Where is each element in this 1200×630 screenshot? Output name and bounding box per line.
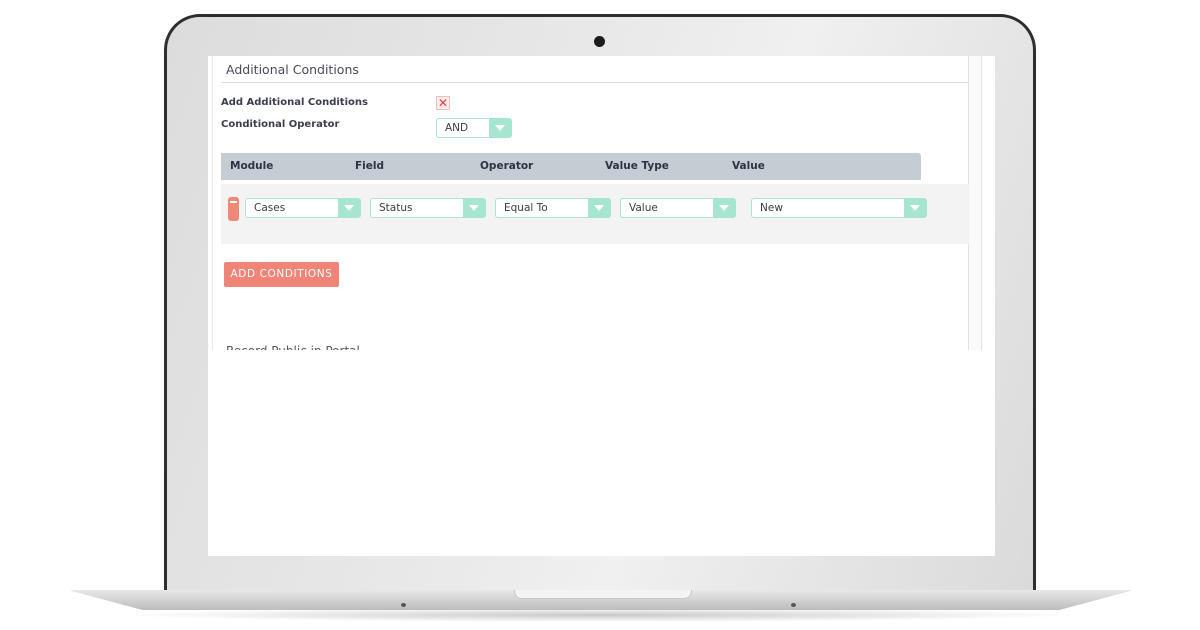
chevron-down-icon [588,199,610,217]
chevron-down-icon [489,119,511,137]
value-type-select[interactable]: Value [620,198,736,218]
chevron-down-icon [338,199,360,217]
column-header-module: Module [230,160,274,172]
add-conditions-label: Add Additional Conditions [221,97,368,108]
divider [221,82,968,83]
conditional-operator-select[interactable]: AND [436,118,512,138]
remove-row-button[interactable] [228,197,239,221]
conditions-table-header: Module Field Operator Value Type Value [221,153,921,180]
laptop-foot [791,603,796,607]
operator-select[interactable]: Equal To [495,198,611,218]
select-value: Cases [254,202,286,214]
chevron-down-icon [904,199,926,217]
section-title: Additional Conditions [226,62,359,77]
select-value: New [760,202,783,214]
chevron-down-icon [463,199,485,217]
panel-border [212,56,213,350]
chevron-down-icon [713,199,735,217]
select-value: Status [379,202,413,214]
laptop-foot [401,603,406,607]
module-select[interactable]: Cases [245,198,361,218]
field-select[interactable]: Status [370,198,486,218]
column-header-value: Value [732,160,765,172]
laptop-shadow [120,608,1080,622]
column-header-field: Field [355,160,385,172]
add-conditions-button[interactable]: ADD CONDITIONS [224,262,339,287]
select-value: Value [629,202,658,214]
value-select[interactable]: New [751,198,927,218]
select-value: Equal To [504,202,548,214]
conditional-operator-label: Conditional Operator [221,119,340,130]
camera-icon [594,36,605,47]
x-icon: ✕ [437,96,449,110]
column-header-value-type: Value Type [605,160,669,172]
column-header-operator: Operator [480,160,534,172]
select-value: AND [445,122,469,134]
laptop-notch [514,590,692,599]
screen-blank-area [208,350,995,556]
add-conditions-checkbox[interactable]: ✕ [436,96,450,110]
scrollbar[interactable] [968,56,982,350]
